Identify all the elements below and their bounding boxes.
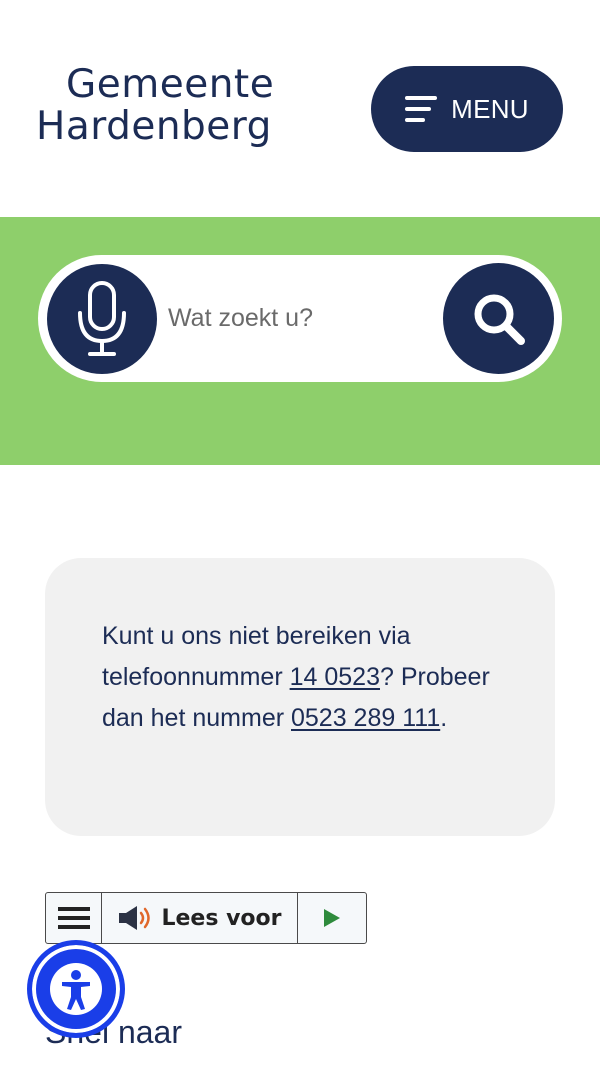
- accessibility-person-icon: [50, 963, 102, 1015]
- notice-text-part3: .: [440, 704, 448, 732]
- voice-search-button[interactable]: [47, 264, 157, 374]
- listen-label: Lees voor: [161, 905, 282, 931]
- accessibility-button[interactable]: [27, 940, 125, 1038]
- play-icon: [324, 909, 340, 927]
- listen-button[interactable]: Lees voor: [102, 893, 298, 943]
- readspeaker-toolbar: Lees voor: [45, 892, 367, 944]
- search-bar: [38, 255, 562, 382]
- search-button[interactable]: [443, 263, 554, 374]
- hamburger-icon: [57, 907, 90, 929]
- logo-line-1: Gemeente: [66, 62, 275, 107]
- site-header: Gemeente Hardenberg MENU: [0, 0, 600, 217]
- speaker-icon: [119, 906, 151, 930]
- magnifier-icon: [474, 294, 525, 345]
- menu-button[interactable]: MENU: [371, 66, 563, 152]
- hamburger-icon: [405, 96, 438, 122]
- logo-line-2: Hardenberg: [36, 104, 272, 149]
- play-button[interactable]: [298, 893, 366, 943]
- search-section: [0, 217, 600, 465]
- menu-label: MENU: [451, 93, 529, 124]
- phone-link-full[interactable]: 0523 289 111: [291, 704, 440, 732]
- logo[interactable]: Gemeente Hardenberg: [36, 64, 316, 154]
- search-input[interactable]: [168, 290, 438, 346]
- microphone-icon: [78, 281, 126, 356]
- notice-text: Kunt u ons niet bereiken via telefoonnum…: [102, 616, 499, 739]
- contact-notice: Kunt u ons niet bereiken via telefoonnum…: [45, 558, 555, 836]
- phone-link-short[interactable]: 14 0523: [290, 663, 380, 691]
- readspeaker-menu-button[interactable]: [46, 893, 102, 943]
